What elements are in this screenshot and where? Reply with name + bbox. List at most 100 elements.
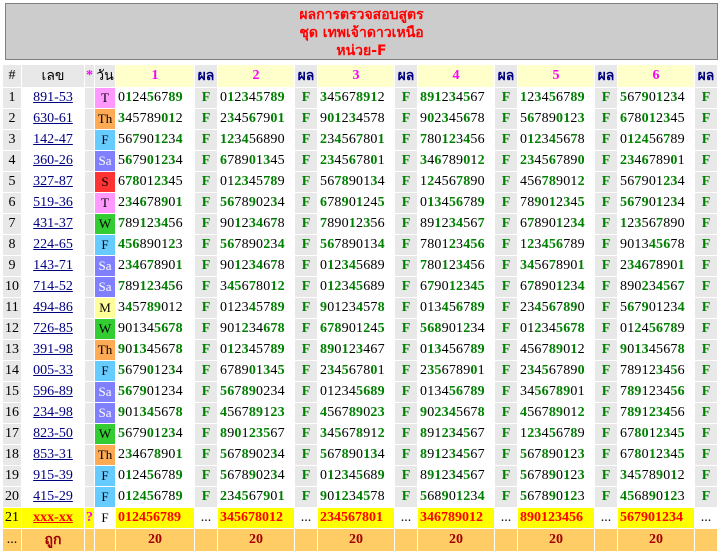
result-cell: F <box>395 445 417 465</box>
result-cell: F <box>595 235 617 255</box>
digit: 4 <box>477 489 485 504</box>
digit: 4 <box>441 342 449 357</box>
digit: 0 <box>348 321 357 336</box>
digit: 2 <box>341 489 349 504</box>
row-index: 11 <box>3 298 21 318</box>
digit: 4 <box>541 426 549 441</box>
table-row: 18 853-31 Th 234678901 F 567890234 F 567890134 F… <box>3 445 717 465</box>
digit: 0 <box>648 90 657 105</box>
draw-number-link[interactable]: 714-52 <box>22 277 84 297</box>
draw-number-link[interactable]: 142-47 <box>22 130 84 150</box>
day-badge: Th <box>95 445 115 465</box>
draw-number-link[interactable]: 005-33 <box>22 361 84 381</box>
draw-number-link[interactable]: 853-31 <box>22 445 84 465</box>
digit-set-cell: 567901234 <box>618 172 694 192</box>
day-badge: F <box>95 466 115 486</box>
draw-number-link[interactable]: 224-65 <box>22 235 84 255</box>
result-cell: F <box>595 382 617 402</box>
digit: 7 <box>348 90 357 105</box>
result-cell: F <box>395 88 417 108</box>
digit: 9 <box>248 237 257 252</box>
digit: 7 <box>139 111 147 126</box>
result-cell: F <box>695 256 717 276</box>
result-cell: F <box>595 130 617 150</box>
result-cell: F <box>695 88 717 108</box>
digit: 8 <box>534 279 542 294</box>
digit-set-cell: 345678912 <box>318 88 394 108</box>
digit-set-cell: 567890123 <box>518 487 594 507</box>
row-index: 15 <box>3 382 21 402</box>
digit: 9 <box>334 216 342 231</box>
digit: 7 <box>168 321 176 336</box>
digit: 5 <box>648 132 657 147</box>
digit: 5 <box>370 216 378 231</box>
digit: 2 <box>448 132 457 147</box>
prediction-set-cell: 012456789 <box>116 508 194 528</box>
draw-number-link[interactable]: 519-36 <box>22 193 84 213</box>
draw-number-link[interactable]: 143-71 <box>22 256 84 276</box>
draw-number-link[interactable]: 823-50 <box>22 424 84 444</box>
digit: 2 <box>234 90 242 105</box>
digit: 9 <box>441 321 449 336</box>
digit: 5 <box>241 111 249 126</box>
digit: 9 <box>477 342 485 357</box>
result-cell: F <box>495 172 517 192</box>
digit: 2 <box>441 90 449 105</box>
digit: 2 <box>634 321 642 336</box>
digit: 3 <box>641 342 649 357</box>
digit: 3 <box>139 342 147 357</box>
digit-set-cell: 234678901 <box>618 151 694 171</box>
digit-set-cell: 678901245 <box>318 319 394 339</box>
digit-set-cell: 123456890 <box>218 130 294 150</box>
digit: 8 <box>541 468 549 483</box>
digit: 3 <box>448 426 457 441</box>
draw-number-link[interactable]: 327-87 <box>22 172 84 192</box>
draw-number-link[interactable]: 915-39 <box>22 466 84 486</box>
draw-number-link[interactable]: 391-98 <box>22 340 84 360</box>
digit: 6 <box>139 447 147 462</box>
digit: 0 <box>334 342 342 357</box>
draw-number-link[interactable]: 630-61 <box>22 109 84 129</box>
star-cell <box>85 214 94 234</box>
result-cell: F <box>595 487 617 507</box>
digit: 8 <box>139 237 147 252</box>
digit-set-cell: 901234678 <box>218 256 294 276</box>
draw-number-link[interactable]: 431-37 <box>22 214 84 234</box>
digit: 2 <box>341 300 349 315</box>
result-cell: F <box>195 256 217 276</box>
digit: 5 <box>541 300 549 315</box>
digit: 9 <box>377 468 385 483</box>
table-row: 1 891-53 T 012456789 F 012345789 F 345678912 F 89… <box>3 88 717 108</box>
digit: 6 <box>677 384 685 399</box>
digit: 7 <box>270 258 278 273</box>
draw-number-link[interactable]: 360-26 <box>22 151 84 171</box>
digit: 2 <box>434 111 442 126</box>
digit: 4 <box>641 132 649 147</box>
result-cell: F <box>595 172 617 192</box>
digit: 6 <box>677 363 685 378</box>
result-cell: F <box>495 130 517 150</box>
digit: 0 <box>641 111 649 126</box>
digit: 9 <box>577 237 585 252</box>
digit: 7 <box>470 111 478 126</box>
correct-count: 20 <box>318 529 394 551</box>
draw-number-link[interactable]: 415-29 <box>22 487 84 507</box>
draw-number-link[interactable]: 726-85 <box>22 319 84 339</box>
table-row: 4 360-26 Sa 567901234 F 678901345 F 234567801 F 3… <box>3 151 717 171</box>
digit: 5 <box>132 111 140 126</box>
digit: 6 <box>477 258 485 273</box>
digit-set-cell: 901345678 <box>618 235 694 255</box>
draw-number-link[interactable]: 596-89 <box>22 382 84 402</box>
prediction-number-link[interactable]: xxx-xx <box>22 508 84 528</box>
digit: 1 <box>641 363 649 378</box>
digit-set-cell: 567890234 <box>218 466 294 486</box>
col-header-result: ผล <box>595 65 617 87</box>
digit: 4 <box>441 384 449 399</box>
draw-number-link[interactable]: 494-86 <box>22 298 84 318</box>
result-cell: F <box>195 466 217 486</box>
result-cell: ... <box>595 508 617 528</box>
draw-number-link[interactable]: 234-98 <box>22 403 84 423</box>
result-cell: F <box>195 193 217 213</box>
draw-number-link[interactable]: 891-53 <box>22 88 84 108</box>
digit: 4 <box>377 237 385 252</box>
